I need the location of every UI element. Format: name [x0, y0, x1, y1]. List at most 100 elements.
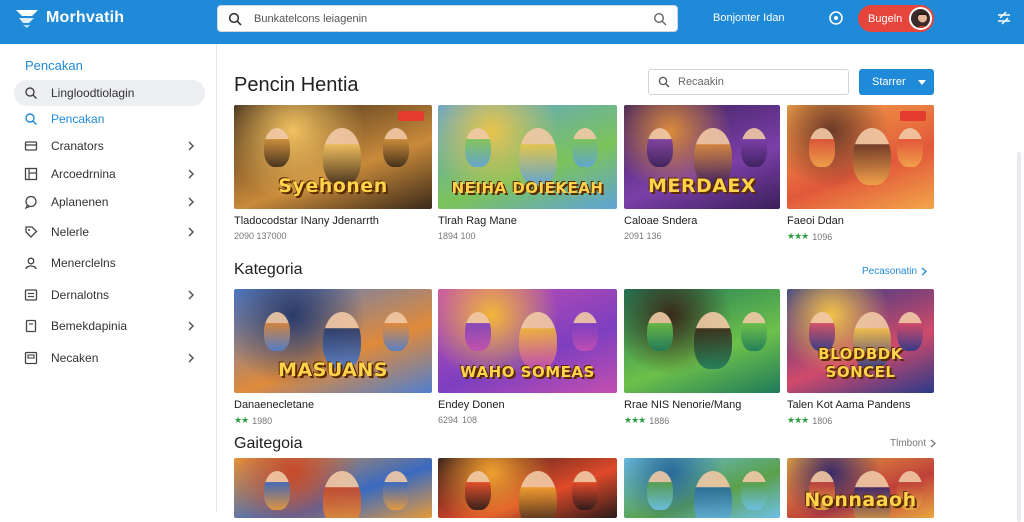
logo-icon	[16, 10, 38, 28]
character-art	[809, 127, 836, 167]
app-logo[interactable]: Morhvatih	[14, 7, 124, 29]
character-art	[518, 127, 557, 185]
top-bar: Morhvatih Bunkatelcons leiagenin Bonjont…	[0, 0, 1024, 44]
sidebar-item-label: Nelerle	[51, 225, 90, 239]
search-icon	[25, 113, 37, 125]
sidebar-item-pencakan[interactable]: Pencakan	[14, 106, 205, 132]
game-card[interactable]: MASUANS Danaenecletane ★★ 1980	[234, 289, 432, 426]
new-badge	[398, 111, 424, 121]
list-icon	[24, 289, 38, 301]
game-meta-value: 108	[462, 415, 478, 425]
game-card[interactable]: Faeoi Ddan ★★★ 1096	[787, 105, 934, 242]
game-thumbnail[interactable]: Syehonen	[234, 105, 432, 209]
game-card[interactable]: NEIHA DOIEKEAH Tlrah Rag Mane 1894 100	[438, 105, 617, 241]
search-input[interactable]: Bunkatelcons leiagenin	[254, 13, 653, 25]
sidebar-item-label: Aplanenen	[51, 195, 109, 209]
sidebar-item-menerclelns[interactable]: Menerclelns	[14, 250, 205, 276]
character-art	[263, 127, 290, 167]
sidebar-item-necaken[interactable]: Necaken	[14, 345, 205, 371]
section-see-all-link[interactable]: Tlmbont	[890, 438, 937, 449]
game-card[interactable]	[234, 458, 432, 518]
character-art	[694, 471, 733, 518]
box-icon	[24, 351, 38, 365]
game-card[interactable]: Rrae NIS Nenorie/Mang ★★★ 1886	[624, 289, 780, 426]
grid-icon	[24, 167, 38, 181]
game-meta-value: 2091 136	[624, 231, 662, 241]
search-bar[interactable]: Bunkatelcons leiagenin	[217, 5, 678, 32]
section-title: Gaitegoia	[234, 435, 303, 452]
account-button-label: Bugeln	[868, 12, 903, 25]
game-meta: ★★★ 1096	[787, 231, 934, 242]
sidebar-item-dernalotns[interactable]: Dernalotns	[14, 282, 205, 308]
game-card[interactable]: Nonnaaoh	[787, 458, 934, 518]
game-thumbnail[interactable]	[624, 458, 780, 518]
game-thumbnail[interactable]: WAHO SOMEAS	[438, 289, 617, 393]
sidebar: Pencakan Lingloodtiolagin Pencakan Crana…	[0, 44, 217, 512]
game-meta-value: 1886	[649, 415, 670, 426]
record-icon[interactable]	[828, 10, 844, 26]
character-art	[518, 471, 557, 518]
sidebar-item-label: Dernalotns	[51, 288, 110, 302]
sort-dropdown-button[interactable]: Starrer	[859, 69, 934, 95]
top-nav-link[interactable]: Bonjonter Idan	[713, 12, 785, 24]
sidebar-item-label: Menerclelns	[51, 256, 116, 270]
filter-placeholder: Recaakin	[678, 76, 724, 88]
chevron-right-icon	[188, 169, 195, 179]
game-card[interactable]: MERDAEX Caloae Sndera 2091 136	[624, 105, 780, 241]
game-card[interactable]	[438, 458, 617, 518]
game-card[interactable]: Syehonen Tladocodstar INany Jdenarrth 2090…	[234, 105, 432, 241]
character-art	[323, 471, 362, 518]
search-submit-icon[interactable]	[653, 12, 667, 26]
sidebar-item-lingloodtiolagin[interactable]: Lingloodtiolagin	[14, 80, 205, 106]
chevron-right-icon	[188, 321, 195, 331]
main-content: Pencin Hentia Recaakin Starrer Kategoria…	[217, 44, 1024, 522]
game-thumbnail-title: MASUANS	[278, 358, 388, 381]
sidebar-item-label: Lingloodtiolagin	[51, 86, 135, 100]
doc-icon	[25, 319, 37, 333]
new-badge	[900, 111, 926, 121]
game-thumbnail[interactable]	[787, 105, 934, 209]
game-card[interactable]	[624, 458, 780, 518]
character-art	[464, 127, 491, 167]
game-card[interactable]: WAHO SOMEAS Endey Donen 6294 108	[438, 289, 617, 425]
game-thumbnail[interactable]	[624, 289, 780, 393]
game-card[interactable]: BLODBDK SONCEL Talen Kot Aama Pandens ★★★ 1…	[787, 289, 934, 426]
sidebar-item-aplanenen[interactable]: Aplanenen	[14, 189, 205, 215]
character-art	[647, 127, 674, 167]
game-thumbnail[interactable]: Nonnaaoh	[787, 458, 934, 518]
filter-search-input[interactable]: Recaakin	[648, 69, 849, 95]
character-art	[741, 127, 767, 167]
game-meta: 2091 136	[624, 231, 780, 241]
section-see-all-link[interactable]: Pecasonatin	[862, 266, 928, 277]
account-button[interactable]: Bugeln	[858, 5, 934, 32]
character-art	[741, 471, 767, 511]
settings-sliders-icon[interactable]	[996, 10, 1012, 26]
sidebar-item-nelerle[interactable]: Nelerle	[14, 219, 205, 245]
avatar	[909, 7, 932, 30]
chevron-right-icon	[188, 197, 195, 207]
game-title: Danaenecletane	[234, 399, 315, 411]
game-thumbnail[interactable]: MERDAEX	[624, 105, 780, 209]
page-title: Pencin Hentia	[234, 74, 359, 96]
character-art	[647, 471, 674, 511]
sidebar-item-cranators[interactable]: Cranators	[14, 133, 205, 159]
game-thumbnail[interactable]: BLODBDK SONCEL	[787, 289, 934, 393]
search-icon	[658, 76, 670, 88]
character-art	[572, 471, 599, 511]
section-link-label: Tlmbont	[890, 438, 927, 449]
scrollbar[interactable]	[1017, 152, 1021, 522]
game-title: Rrae NIS Nenorie/Mang	[624, 399, 742, 411]
sidebar-item-arcoedrnina[interactable]: Arcoedrnina	[14, 161, 205, 187]
game-thumbnail[interactable]: NEIHA DOIEKEAH	[438, 105, 617, 209]
game-thumbnail[interactable]	[234, 458, 432, 518]
rating-stars: ★★★	[787, 231, 809, 241]
game-title: Tladocodstar INany Jdenarrth	[234, 215, 379, 227]
search-icon	[228, 12, 242, 26]
game-thumbnail[interactable]: MASUANS	[234, 289, 432, 393]
game-thumbnail-title: NEIHA DOIEKEAH	[451, 178, 604, 197]
caret-down-icon	[918, 80, 926, 85]
game-thumbnail[interactable]	[438, 458, 617, 518]
sidebar-item-bemekdapinia[interactable]: Bemekdapinia	[14, 313, 205, 339]
character-art	[464, 471, 491, 511]
sidebar-item-label: Necaken	[51, 351, 99, 365]
